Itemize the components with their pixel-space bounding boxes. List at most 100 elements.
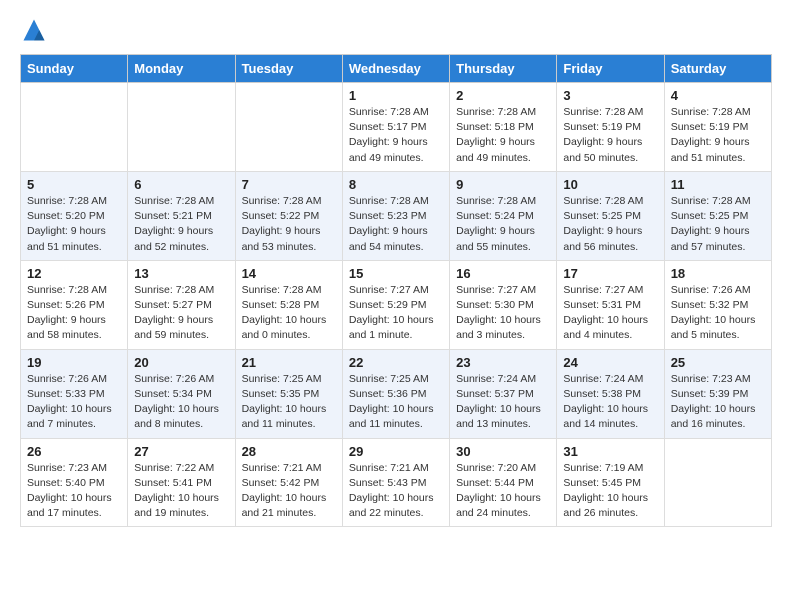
header — [20, 16, 772, 44]
calendar-week-row: 5 Sunrise: 7:28 AM Sunset: 5:20 PM Daylig… — [21, 171, 772, 260]
day-number: 24 — [563, 355, 657, 370]
day-number: 28 — [242, 444, 336, 459]
calendar-cell: 27 Sunrise: 7:22 AM Sunset: 5:41 PM Dayli… — [128, 438, 235, 527]
day-number: 29 — [349, 444, 443, 459]
day-number: 4 — [671, 88, 765, 103]
day-info: Sunrise: 7:24 AM Sunset: 5:37 PM Dayligh… — [456, 372, 550, 433]
day-info: Sunrise: 7:24 AM Sunset: 5:38 PM Dayligh… — [563, 372, 657, 433]
calendar-cell: 4 Sunrise: 7:28 AM Sunset: 5:19 PM Daylig… — [664, 83, 771, 172]
day-info: Sunrise: 7:28 AM Sunset: 5:23 PM Dayligh… — [349, 194, 443, 255]
day-info: Sunrise: 7:28 AM Sunset: 5:19 PM Dayligh… — [671, 105, 765, 166]
calendar-cell — [664, 438, 771, 527]
day-number: 15 — [349, 266, 443, 281]
calendar-cell: 10Sunrise: 7:28 AM Sunset: 5:25 PM Dayli… — [557, 171, 664, 260]
day-info: Sunrise: 7:26 AM Sunset: 5:34 PM Dayligh… — [134, 372, 228, 433]
day-info: Sunrise: 7:26 AM Sunset: 5:32 PM Dayligh… — [671, 283, 765, 344]
calendar-cell: 30Sunrise: 7:20 AM Sunset: 5:44 PM Dayli… — [450, 438, 557, 527]
day-info: Sunrise: 7:25 AM Sunset: 5:35 PM Dayligh… — [242, 372, 336, 433]
column-header-monday: Monday — [128, 55, 235, 83]
day-number: 6 — [134, 177, 228, 192]
day-info: Sunrise: 7:22 AM Sunset: 5:41 PM Dayligh… — [134, 461, 228, 522]
day-number: 17 — [563, 266, 657, 281]
logo-icon — [20, 16, 48, 44]
day-info: Sunrise: 7:27 AM Sunset: 5:30 PM Dayligh… — [456, 283, 550, 344]
day-info: Sunrise: 7:27 AM Sunset: 5:31 PM Dayligh… — [563, 283, 657, 344]
calendar-cell: 22 Sunrise: 7:25 AM Sunset: 5:36 PM Dayli… — [342, 349, 449, 438]
calendar-cell: 29 Sunrise: 7:21 AM Sunset: 5:43 PM Dayli… — [342, 438, 449, 527]
calendar-week-row: 19 Sunrise: 7:26 AM Sunset: 5:33 PM Dayli… — [21, 349, 772, 438]
calendar-cell — [21, 83, 128, 172]
day-number: 25 — [671, 355, 765, 370]
calendar-cell: 21Sunrise: 7:25 AM Sunset: 5:35 PM Dayli… — [235, 349, 342, 438]
day-number: 5 — [27, 177, 121, 192]
day-info: Sunrise: 7:25 AM Sunset: 5:36 PM Dayligh… — [349, 372, 443, 433]
day-number: 8 — [349, 177, 443, 192]
day-number: 16 — [456, 266, 550, 281]
day-info: Sunrise: 7:28 AM Sunset: 5:24 PM Dayligh… — [456, 194, 550, 255]
column-header-thursday: Thursday — [450, 55, 557, 83]
column-header-sunday: Sunday — [21, 55, 128, 83]
day-number: 7 — [242, 177, 336, 192]
day-info: Sunrise: 7:23 AM Sunset: 5:39 PM Dayligh… — [671, 372, 765, 433]
day-number: 20 — [134, 355, 228, 370]
day-info: Sunrise: 7:23 AM Sunset: 5:40 PM Dayligh… — [27, 461, 121, 522]
calendar-cell: 2Sunrise: 7:28 AM Sunset: 5:18 PM Daylig… — [450, 83, 557, 172]
day-info: Sunrise: 7:28 AM Sunset: 5:27 PM Dayligh… — [134, 283, 228, 344]
day-info: Sunrise: 7:21 AM Sunset: 5:42 PM Dayligh… — [242, 461, 336, 522]
day-number: 27 — [134, 444, 228, 459]
calendar-cell: 15 Sunrise: 7:27 AM Sunset: 5:29 PM Dayli… — [342, 260, 449, 349]
day-number: 9 — [456, 177, 550, 192]
calendar-cell: 16 Sunrise: 7:27 AM Sunset: 5:30 PM Dayli… — [450, 260, 557, 349]
day-number: 26 — [27, 444, 121, 459]
calendar-cell: 13Sunrise: 7:28 AM Sunset: 5:27 PM Dayli… — [128, 260, 235, 349]
day-number: 12 — [27, 266, 121, 281]
calendar-cell: 26 Sunrise: 7:23 AM Sunset: 5:40 PM Dayli… — [21, 438, 128, 527]
day-number: 14 — [242, 266, 336, 281]
calendar-cell: 20 Sunrise: 7:26 AM Sunset: 5:34 PM Dayli… — [128, 349, 235, 438]
day-info: Sunrise: 7:28 AM Sunset: 5:20 PM Dayligh… — [27, 194, 121, 255]
calendar-cell: 14 Sunrise: 7:28 AM Sunset: 5:28 PM Dayli… — [235, 260, 342, 349]
calendar-cell: 1 Sunrise: 7:28 AM Sunset: 5:17 PM Daylig… — [342, 83, 449, 172]
calendar-cell: 17 Sunrise: 7:27 AM Sunset: 5:31 PM Dayli… — [557, 260, 664, 349]
calendar-week-row: 12 Sunrise: 7:28 AM Sunset: 5:26 PM Dayli… — [21, 260, 772, 349]
calendar-cell: 24 Sunrise: 7:24 AM Sunset: 5:38 PM Dayli… — [557, 349, 664, 438]
calendar-cell: 31Sunrise: 7:19 AM Sunset: 5:45 PM Dayli… — [557, 438, 664, 527]
calendar-cell: 19 Sunrise: 7:26 AM Sunset: 5:33 PM Dayli… — [21, 349, 128, 438]
calendar-header-row: SundayMondayTuesdayWednesdayThursdayFrid… — [21, 55, 772, 83]
day-info: Sunrise: 7:28 AM Sunset: 5:28 PM Dayligh… — [242, 283, 336, 344]
day-number: 18 — [671, 266, 765, 281]
column-header-friday: Friday — [557, 55, 664, 83]
calendar-week-row: 1 Sunrise: 7:28 AM Sunset: 5:17 PM Daylig… — [21, 83, 772, 172]
day-number: 19 — [27, 355, 121, 370]
calendar-cell: 5 Sunrise: 7:28 AM Sunset: 5:20 PM Daylig… — [21, 171, 128, 260]
day-info: Sunrise: 7:26 AM Sunset: 5:33 PM Dayligh… — [27, 372, 121, 433]
day-number: 22 — [349, 355, 443, 370]
calendar-cell: 7 Sunrise: 7:28 AM Sunset: 5:22 PM Daylig… — [235, 171, 342, 260]
calendar-cell: 28 Sunrise: 7:21 AM Sunset: 5:42 PM Dayli… — [235, 438, 342, 527]
calendar-cell — [128, 83, 235, 172]
column-header-tuesday: Tuesday — [235, 55, 342, 83]
day-info: Sunrise: 7:27 AM Sunset: 5:29 PM Dayligh… — [349, 283, 443, 344]
column-header-wednesday: Wednesday — [342, 55, 449, 83]
day-info: Sunrise: 7:28 AM Sunset: 5:17 PM Dayligh… — [349, 105, 443, 166]
calendar-cell: 23Sunrise: 7:24 AM Sunset: 5:37 PM Dayli… — [450, 349, 557, 438]
day-info: Sunrise: 7:21 AM Sunset: 5:43 PM Dayligh… — [349, 461, 443, 522]
day-number: 2 — [456, 88, 550, 103]
calendar-cell: 18 Sunrise: 7:26 AM Sunset: 5:32 PM Dayli… — [664, 260, 771, 349]
calendar-table: SundayMondayTuesdayWednesdayThursdayFrid… — [20, 54, 772, 527]
day-info: Sunrise: 7:28 AM Sunset: 5:26 PM Dayligh… — [27, 283, 121, 344]
calendar-cell: 11Sunrise: 7:28 AM Sunset: 5:25 PM Dayli… — [664, 171, 771, 260]
calendar-cell: 25 Sunrise: 7:23 AM Sunset: 5:39 PM Dayli… — [664, 349, 771, 438]
calendar-cell: 8 Sunrise: 7:28 AM Sunset: 5:23 PM Daylig… — [342, 171, 449, 260]
calendar-cell: 6 Sunrise: 7:28 AM Sunset: 5:21 PM Daylig… — [128, 171, 235, 260]
day-number: 1 — [349, 88, 443, 103]
day-number: 31 — [563, 444, 657, 459]
day-info: Sunrise: 7:28 AM Sunset: 5:21 PM Dayligh… — [134, 194, 228, 255]
day-info: Sunrise: 7:20 AM Sunset: 5:44 PM Dayligh… — [456, 461, 550, 522]
day-info: Sunrise: 7:28 AM Sunset: 5:22 PM Dayligh… — [242, 194, 336, 255]
calendar-cell: 9 Sunrise: 7:28 AM Sunset: 5:24 PM Daylig… — [450, 171, 557, 260]
calendar-cell: 3Sunrise: 7:28 AM Sunset: 5:19 PM Daylig… — [557, 83, 664, 172]
calendar-cell — [235, 83, 342, 172]
logo — [20, 16, 52, 44]
day-info: Sunrise: 7:28 AM Sunset: 5:19 PM Dayligh… — [563, 105, 657, 166]
